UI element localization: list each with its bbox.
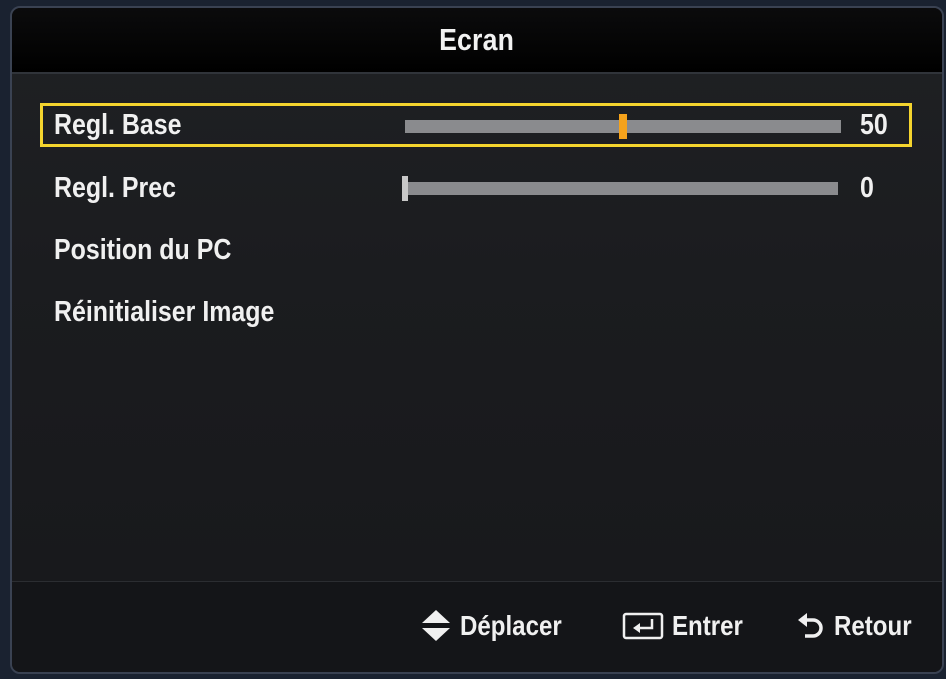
footer-hint-bar: Déplacer Entrer Retour [12,581,942,672]
screen-background: Ecran Regl. Base 50 Regl. Prec 0 Positio… [0,0,946,679]
menu-item-regl-prec[interactable]: Regl. Prec 0 [40,166,912,210]
hint-return[interactable]: Retour [796,604,924,648]
hint-enter-label: Entrer [672,610,743,641]
regl-prec-slider-thumb[interactable] [402,176,408,201]
menu-item-label: Regl. Base [54,109,182,141]
menu-item-label: Position du PC [54,234,232,266]
up-down-arrows-icon [422,610,450,641]
regl-base-value: 50 [860,109,888,141]
regl-prec-value: 0 [860,172,874,204]
title-bar: Ecran [12,8,942,74]
hint-return-label: Retour [834,610,912,641]
hint-enter[interactable]: Entrer [622,604,754,648]
regl-base-slider[interactable] [405,114,841,139]
regl-base-slider-thumb[interactable] [619,114,627,139]
hint-move[interactable]: Déplacer [420,604,578,648]
menu-title: Ecran [439,22,515,57]
regl-prec-slider[interactable] [402,176,838,201]
return-icon [798,613,823,638]
menu-item-label: Regl. Prec [54,172,176,204]
hint-move-label: Déplacer [460,610,562,641]
menu-item-position-du-pc[interactable]: Position du PC [40,228,912,272]
enter-icon [622,612,664,640]
osd-menu-window: Ecran Regl. Base 50 Regl. Prec 0 Positio… [10,6,944,674]
menu-item-label: Réinitialiser Image [54,296,275,328]
menu-item-regl-base[interactable]: Regl. Base 50 [40,103,912,147]
menu-item-reinitialiser-image[interactable]: Réinitialiser Image [40,290,912,334]
